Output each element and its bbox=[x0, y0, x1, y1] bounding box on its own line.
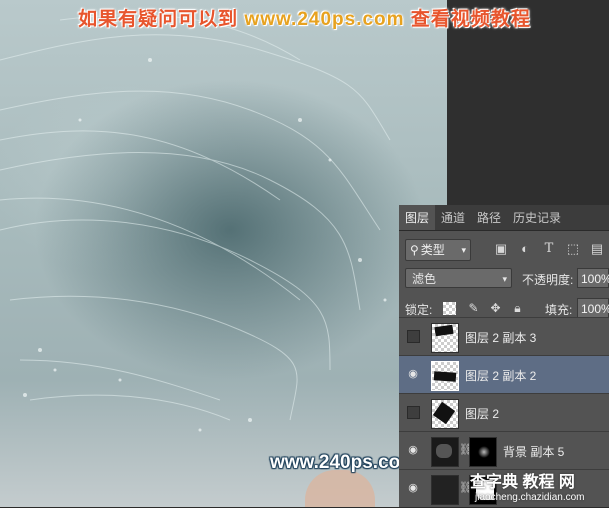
top-banner: 如果有疑问可以到 www.240ps.com 查看视频教程 bbox=[0, 4, 609, 31]
layer-thumbnail bbox=[431, 323, 459, 353]
tab-channels[interactable]: 通道 bbox=[435, 205, 471, 230]
layer-row[interactable]: 图层 2 bbox=[399, 393, 609, 432]
tab-layers[interactable]: 图层 bbox=[399, 205, 436, 230]
move-icon[interactable]: ✥ bbox=[489, 302, 502, 315]
chevron-down-icon: ▾ bbox=[461, 245, 466, 255]
filter-label: 类型 bbox=[420, 243, 445, 257]
blend-mode-value: 滤色 bbox=[412, 272, 437, 286]
layer-name: 背景 副本 5 bbox=[503, 445, 565, 459]
visibility-toggle-off[interactable] bbox=[407, 406, 420, 419]
adjustment-icon[interactable]: ◐ bbox=[517, 241, 533, 257]
visibility-toggle-off[interactable] bbox=[407, 330, 420, 343]
site-watermark-url: jiaocheng.chazidian.com bbox=[475, 492, 585, 503]
shape-icon[interactable]: ⬚ bbox=[565, 241, 581, 257]
lock-icon[interactable]: 🔒︎ bbox=[511, 302, 524, 315]
eye-icon[interactable]: ◉ bbox=[407, 482, 419, 494]
banner-prefix: 如果有疑问可以到 bbox=[78, 9, 239, 30]
lock-label: 锁定: bbox=[405, 303, 433, 317]
bottom-site-watermark: www.240ps.com bbox=[270, 452, 418, 473]
eye-icon[interactable]: ◉ bbox=[407, 368, 419, 380]
lock-transparent-icon[interactable] bbox=[443, 302, 456, 315]
site-watermark: 查字典 教程 网 bbox=[470, 474, 575, 491]
panel-tabs: 图层 通道 路径 历史记录 bbox=[399, 205, 609, 231]
image-icon[interactable]: ▣ bbox=[493, 241, 509, 257]
layer-filter-select[interactable]: ⚲ 类型 ▾ bbox=[405, 239, 471, 261]
brush-icon[interactable]: ✎ bbox=[467, 302, 480, 315]
smart-object-icon[interactable]: ▤ bbox=[589, 241, 605, 257]
layer-name: 图层 2 副本 3 bbox=[465, 331, 537, 345]
fill-field[interactable]: 100% bbox=[577, 298, 609, 318]
banner-site: www.240ps.com bbox=[244, 9, 405, 30]
layer-name: 图层 2 bbox=[465, 407, 500, 421]
opacity-field[interactable]: 100% bbox=[577, 268, 609, 288]
layer-name: 图层 2 副本 2 bbox=[465, 369, 537, 383]
tab-history[interactable]: 历史记录 bbox=[507, 205, 567, 230]
search-icon: ⚲ bbox=[410, 243, 419, 257]
layer-thumbnail bbox=[431, 399, 459, 429]
tab-paths[interactable]: 路径 bbox=[471, 205, 507, 230]
layer-thumbnail bbox=[431, 437, 459, 467]
eye-icon[interactable]: ◉ bbox=[407, 444, 419, 456]
layer-mask-thumbnail[interactable] bbox=[469, 437, 497, 467]
opacity-label: 不透明度: bbox=[522, 273, 574, 287]
layer-row-selected[interactable]: ◉ 图层 2 副本 2 bbox=[399, 355, 609, 394]
blend-mode-select[interactable]: 滤色 ▾ bbox=[405, 268, 512, 288]
type-icon[interactable]: T bbox=[541, 241, 557, 257]
layers-panel: 图层 通道 路径 历史记录 ⚲ 类型 ▾ ▣ ◐ T ⬚ ▤ 滤色 ▾ 不透明度:… bbox=[399, 205, 609, 507]
layer-row[interactable]: ◉ ⛓︎ 背景 副本 5 bbox=[399, 431, 609, 470]
layer-row[interactable]: 图层 2 副本 3 bbox=[399, 317, 609, 356]
layer-thumbnail bbox=[431, 475, 459, 505]
banner-suffix: 查看视频教程 bbox=[410, 9, 531, 30]
fill-label: 填充: bbox=[545, 303, 573, 317]
chevron-down-icon: ▾ bbox=[502, 274, 507, 284]
layer-thumbnail bbox=[431, 361, 459, 391]
